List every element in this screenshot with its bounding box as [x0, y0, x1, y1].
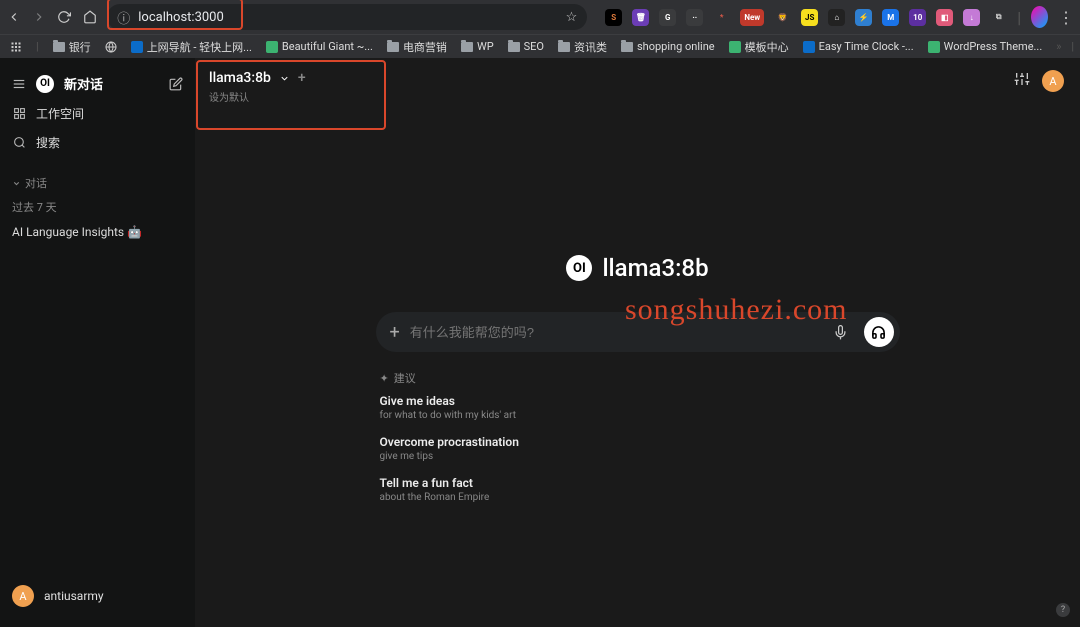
topbar-avatar[interactable]: A	[1042, 70, 1064, 92]
suggestion-desc: give me tips	[380, 451, 896, 462]
bookmark-item[interactable]	[105, 41, 117, 53]
sidebar-footer[interactable]: A antiusarmy	[0, 571, 195, 627]
chevron-down-icon	[12, 179, 21, 188]
chevron-down-icon	[279, 73, 290, 84]
bookmark-star-icon[interactable]: ☆	[566, 10, 578, 25]
bookmark-item[interactable]: 模板中心	[729, 39, 789, 55]
extension-icon[interactable]: G	[659, 9, 676, 26]
search-label: 搜索	[36, 134, 60, 151]
suggestion-title: Give me ideas	[380, 394, 896, 408]
workspace-label: 工作空间	[36, 105, 84, 122]
bookmark-item[interactable]: 电商营销	[387, 39, 447, 55]
browser-menu-button[interactable]: ⋮	[1058, 7, 1074, 27]
set-default-link[interactable]: 设为默认	[209, 89, 306, 104]
extension-icon[interactable]: ··	[686, 9, 703, 26]
suggestion-desc: for what to do with my kids' art	[380, 410, 896, 421]
bookmark-item[interactable]: SEO	[508, 40, 544, 53]
browser-toolbar: ⓘ localhost:3000 ☆ S🗑G··*New🦁JS⌂⚡M10◧↓⧉ …	[0, 0, 1080, 34]
hero-title: llama3:8b	[602, 254, 708, 282]
bookmark-item[interactable]: 上网导航 - 轻快上网...	[131, 39, 252, 55]
model-selector[interactable]: llama3:8b +	[209, 70, 306, 86]
topbar-right: A	[1014, 68, 1064, 92]
browser-chrome: ⓘ localhost:3000 ☆ S🗑G··*New🦁JS⌂⚡M10◧↓⧉ …	[0, 0, 1080, 58]
app-logo-icon: OI	[36, 75, 54, 93]
suggestion-item[interactable]: Overcome procrastination give me tips	[376, 427, 900, 468]
apps-grid-icon[interactable]	[10, 41, 22, 53]
suggestion-desc: about the Roman Empire	[380, 492, 896, 503]
forward-button[interactable]	[31, 7, 46, 27]
bookmarks-bar: |银行上网导航 - 轻快上网...Beautiful Giant ~...电商营…	[0, 34, 1080, 58]
extension-icon[interactable]: JS	[801, 9, 818, 26]
extension-icon[interactable]: ⚡	[855, 9, 872, 26]
extension-icon[interactable]: M	[882, 9, 899, 26]
settings-icon[interactable]	[1014, 71, 1030, 91]
sidebar: OI 新对话 工作空间 搜索 对话 过去 7 天 AI Language Ins…	[0, 58, 195, 627]
hero-logo-icon: OI	[566, 255, 592, 281]
suggestions: ✦ 建议 Give me ideas for what to do with my…	[376, 370, 900, 509]
compose-icon[interactable]	[169, 77, 183, 91]
model-selector-box: llama3:8b + 设为默认	[209, 68, 306, 112]
menu-icon[interactable]	[12, 77, 26, 91]
bookmark-item[interactable]: Easy Time Clock -...	[803, 40, 914, 53]
chat-input-row: +	[376, 312, 900, 352]
suggestion-item[interactable]: Tell me a fun fact about the Roman Empire	[376, 468, 900, 509]
extension-icon[interactable]: 🦁	[774, 9, 791, 26]
sidebar-chat-item[interactable]: AI Language Insights 🤖	[0, 219, 195, 245]
help-button[interactable]: ?	[1056, 603, 1070, 617]
bookmark-item[interactable]: WP	[461, 40, 494, 53]
back-button[interactable]	[6, 7, 21, 27]
divider: |	[1017, 8, 1021, 27]
suggestion-item[interactable]: Give me ideas for what to do with my kids…	[376, 386, 900, 427]
chat-input[interactable]	[410, 325, 818, 340]
username-label: antiusarmy	[44, 589, 104, 603]
sparkle-icon: ✦	[380, 372, 389, 385]
extension-icon[interactable]: ◧	[936, 9, 953, 26]
app-container: OI 新对话 工作空间 搜索 对话 过去 7 天 AI Language Ins…	[0, 58, 1080, 627]
site-info-icon[interactable]: ⓘ	[117, 8, 130, 27]
add-model-button[interactable]: +	[298, 70, 306, 86]
sidebar-item-workspace[interactable]: 工作空间	[12, 99, 183, 128]
url-text: localhost:3000	[138, 10, 224, 25]
extension-icon[interactable]: ⧉	[990, 9, 1007, 26]
reload-button[interactable]	[57, 7, 72, 27]
center-area: OI llama3:8b + ✦ 建议 Give me ideas for wha…	[195, 120, 1080, 627]
home-button[interactable]	[82, 7, 97, 27]
bookmark-item[interactable]: WordPress Theme...	[928, 40, 1043, 53]
mic-button[interactable]	[828, 319, 854, 345]
new-chat-label[interactable]: 新对话	[64, 74, 103, 93]
main-topbar: llama3:8b + 设为默认 A	[195, 58, 1080, 120]
sidebar-section-conversations[interactable]: 对话	[0, 167, 195, 195]
bookmark-item[interactable]: 银行	[53, 39, 91, 55]
grid-icon	[12, 107, 26, 121]
attach-button[interactable]: +	[390, 322, 400, 343]
extension-icon[interactable]: New	[740, 9, 764, 26]
extension-icon[interactable]: 10	[909, 9, 926, 26]
hero: OI llama3:8b	[566, 254, 708, 282]
sidebar-item-search[interactable]: 搜索	[12, 128, 183, 157]
extension-icon[interactable]: ⌂	[828, 9, 845, 26]
sidebar-time-label: 过去 7 天	[0, 195, 195, 219]
extension-icon[interactable]: *	[713, 9, 730, 26]
url-bar[interactable]: ⓘ localhost:3000 ☆	[107, 4, 587, 30]
search-icon	[12, 136, 26, 150]
bookmark-item[interactable]: shopping online	[621, 40, 715, 53]
user-avatar: A	[12, 585, 34, 607]
suggestion-title: Overcome procrastination	[380, 435, 896, 449]
extension-icon[interactable]: S	[605, 9, 622, 26]
bookmark-item[interactable]: Beautiful Giant ~...	[266, 40, 373, 53]
extension-icon[interactable]: ↓	[963, 9, 980, 26]
sidebar-header: OI 新对话	[12, 68, 183, 99]
extension-icons: S 🗑 G ·· * New 🦁 JS ⌂ ⚡ M 10 ◧ ↓ ⧉	[605, 9, 1007, 26]
suggestions-label: ✦ 建议	[376, 370, 900, 386]
main-panel: llama3:8b + 设为默认 A OI llama3:8b +	[195, 58, 1080, 627]
suggestion-title: Tell me a fun fact	[380, 476, 896, 490]
extension-icon[interactable]: 🗑	[632, 9, 649, 26]
bookmark-item[interactable]: 资讯类	[558, 39, 607, 55]
headphones-button[interactable]	[864, 317, 894, 347]
profile-avatar[interactable]	[1031, 6, 1048, 28]
